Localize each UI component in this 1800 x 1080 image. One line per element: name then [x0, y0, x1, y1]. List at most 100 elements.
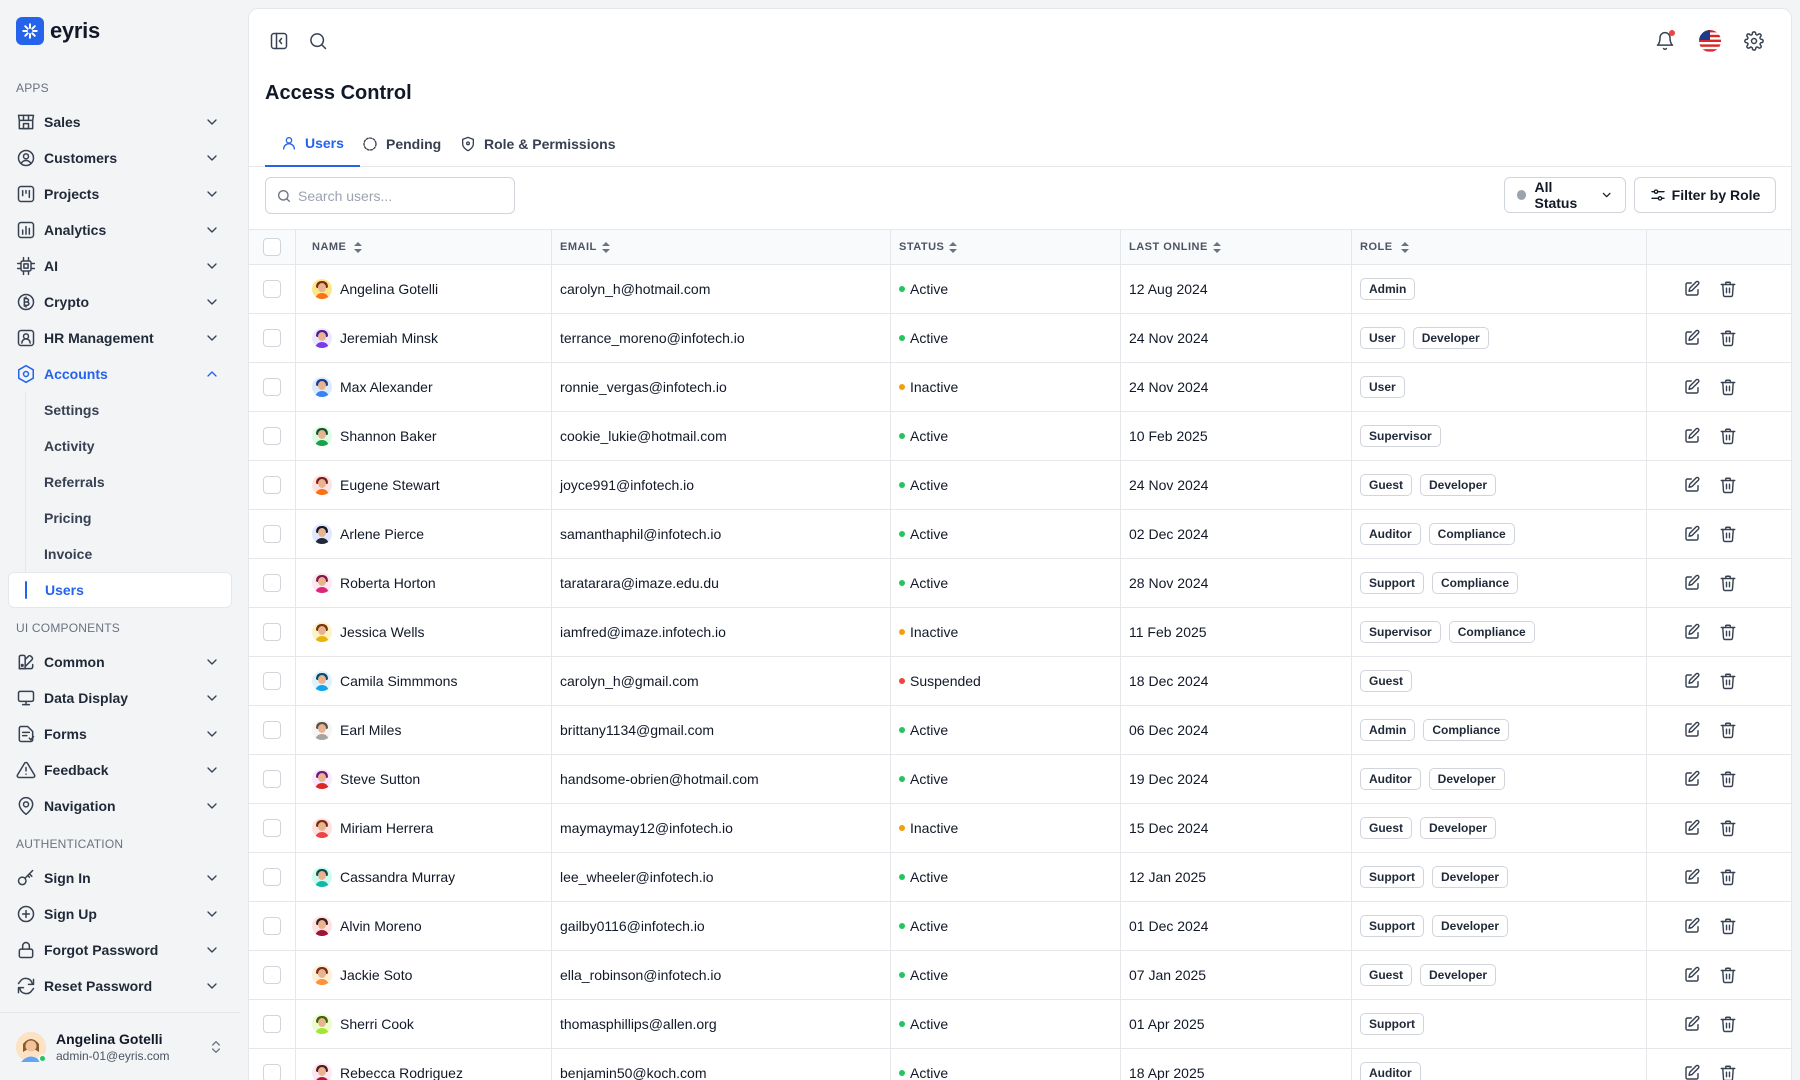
- trash-icon[interactable]: [1719, 476, 1737, 494]
- tab-role-permissions[interactable]: Role & Permissions: [444, 121, 632, 167]
- edit-icon[interactable]: [1683, 476, 1701, 494]
- trash-icon[interactable]: [1719, 721, 1737, 739]
- table-row[interactable]: Cassandra Murray lee_wheeler@infotech.io A…: [249, 853, 1791, 902]
- trash-icon[interactable]: [1719, 1015, 1737, 1033]
- search-input[interactable]: [298, 187, 498, 204]
- table-row[interactable]: Miriam Herrera maymaymay12@infotech.io Ina…: [249, 804, 1791, 853]
- column-header-email[interactable]: EMAIL: [551, 230, 890, 264]
- tab-pending[interactable]: Pending: [346, 121, 457, 167]
- sidebar-item-navigation[interactable]: Navigation: [0, 788, 240, 824]
- table-row[interactable]: Earl Miles brittany1134@gmail.com Active 06…: [249, 706, 1791, 755]
- trash-icon[interactable]: [1719, 917, 1737, 935]
- subnav-item-referrals[interactable]: Referrals: [25, 464, 240, 500]
- chevron-up-icon[interactable]: [204, 366, 220, 382]
- row-checkbox[interactable]: [263, 721, 281, 739]
- sidebar-item-sales[interactable]: Sales: [0, 104, 240, 140]
- row-checkbox[interactable]: [263, 819, 281, 837]
- chevron-down-icon[interactable]: [204, 762, 220, 778]
- row-checkbox[interactable]: [263, 1064, 281, 1080]
- brand[interactable]: eyris: [16, 16, 100, 46]
- table-row[interactable]: Camila Simmmons carolyn_h@gmail.com Suspen…: [249, 657, 1791, 706]
- table-row[interactable]: Jeremiah Minsk terrance_moreno@infotech.i…: [249, 314, 1791, 363]
- trash-icon[interactable]: [1719, 427, 1737, 445]
- sidebar-item-ai[interactable]: AI: [0, 248, 240, 284]
- table-row[interactable]: Angelina Gotelli carolyn_h@hotmail.com Act…: [249, 265, 1791, 314]
- edit-icon[interactable]: [1683, 966, 1701, 984]
- edit-icon[interactable]: [1683, 378, 1701, 396]
- column-header-last-online[interactable]: LAST ONLINE: [1120, 230, 1351, 264]
- chevron-down-icon[interactable]: [204, 942, 220, 958]
- chevron-down-icon[interactable]: [204, 258, 220, 274]
- sidebar-item-feedback[interactable]: Feedback: [0, 752, 240, 788]
- user-profile-card[interactable]: Angelina Gotelli admin-01@eyris.com: [0, 1012, 240, 1080]
- subnav-item-activity[interactable]: Activity: [25, 428, 240, 464]
- edit-icon[interactable]: [1683, 1064, 1701, 1080]
- subnav-item-users[interactable]: Users: [8, 572, 232, 608]
- trash-icon[interactable]: [1719, 574, 1737, 592]
- row-checkbox[interactable]: [263, 525, 281, 543]
- chevron-down-icon[interactable]: [204, 870, 220, 886]
- us-flag-icon[interactable]: [1698, 29, 1722, 53]
- edit-icon[interactable]: [1683, 672, 1701, 690]
- row-checkbox[interactable]: [263, 1015, 281, 1033]
- chevron-down-icon[interactable]: [204, 222, 220, 238]
- subnav-item-settings[interactable]: Settings: [25, 392, 240, 428]
- sidebar-item-crypto[interactable]: Crypto: [0, 284, 240, 320]
- sidebar-item-sign-in[interactable]: Sign In: [0, 860, 240, 896]
- sidebar-item-analytics[interactable]: Analytics: [0, 212, 240, 248]
- row-checkbox[interactable]: [263, 378, 281, 396]
- search-field[interactable]: [265, 177, 515, 214]
- table-row[interactable]: Eugene Stewart joyce991@infotech.io Active…: [249, 461, 1791, 510]
- row-checkbox[interactable]: [263, 917, 281, 935]
- filter-by-role-button[interactable]: Filter by Role: [1634, 177, 1776, 213]
- table-row[interactable]: Rebecca Rodriguez benjamin50@koch.com Acti…: [249, 1049, 1791, 1080]
- sidebar-item-projects[interactable]: Projects: [0, 176, 240, 212]
- trash-icon[interactable]: [1719, 525, 1737, 543]
- select-all-checkbox[interactable]: [263, 238, 281, 256]
- chevron-down-icon[interactable]: [204, 330, 220, 346]
- trash-icon[interactable]: [1719, 966, 1737, 984]
- trash-icon[interactable]: [1719, 623, 1737, 641]
- edit-icon[interactable]: [1683, 1015, 1701, 1033]
- chevron-down-icon[interactable]: [204, 726, 220, 742]
- row-checkbox[interactable]: [263, 966, 281, 984]
- sidebar-item-common[interactable]: Common: [0, 644, 240, 680]
- table-row[interactable]: Roberta Horton taratarara@imaze.edu.du Act…: [249, 559, 1791, 608]
- trash-icon[interactable]: [1719, 819, 1737, 837]
- chevron-down-icon[interactable]: [204, 150, 220, 166]
- sidebar-item-reset-password[interactable]: Reset Password: [0, 968, 240, 1004]
- edit-icon[interactable]: [1683, 770, 1701, 788]
- table-row[interactable]: Sherri Cook thomasphillips@allen.org Activ…: [249, 1000, 1791, 1049]
- sidebar-item-forms[interactable]: Forms: [0, 716, 240, 752]
- table-row[interactable]: Jessica Wells iamfred@imaze.infotech.io In…: [249, 608, 1791, 657]
- edit-icon[interactable]: [1683, 917, 1701, 935]
- edit-icon[interactable]: [1683, 427, 1701, 445]
- table-row[interactable]: Steve Sutton handsome-obrien@hotmail.com A…: [249, 755, 1791, 804]
- edit-icon[interactable]: [1683, 721, 1701, 739]
- trash-icon[interactable]: [1719, 329, 1737, 347]
- chevron-down-icon[interactable]: [204, 798, 220, 814]
- subnav-item-pricing[interactable]: Pricing: [25, 500, 240, 536]
- row-checkbox[interactable]: [263, 672, 281, 690]
- trash-icon[interactable]: [1719, 1064, 1737, 1080]
- edit-icon[interactable]: [1683, 280, 1701, 298]
- chevron-down-icon[interactable]: [204, 690, 220, 706]
- sidebar-item-hr-management[interactable]: HR Management: [0, 320, 240, 356]
- search-icon[interactable]: [307, 30, 329, 52]
- chevron-down-icon[interactable]: [204, 114, 220, 130]
- edit-icon[interactable]: [1683, 623, 1701, 641]
- chevrons-up-down-icon[interactable]: [208, 1039, 224, 1055]
- trash-icon[interactable]: [1719, 770, 1737, 788]
- trash-icon[interactable]: [1719, 280, 1737, 298]
- chevron-down-icon[interactable]: [204, 294, 220, 310]
- sidebar-toggle-icon[interactable]: [268, 30, 290, 52]
- row-checkbox[interactable]: [263, 868, 281, 886]
- bell-icon[interactable]: [1654, 30, 1676, 52]
- edit-icon[interactable]: [1683, 525, 1701, 543]
- column-header-role[interactable]: ROLE: [1351, 230, 1646, 264]
- table-row[interactable]: Shannon Baker cookie_lukie@hotmail.com Act…: [249, 412, 1791, 461]
- row-checkbox[interactable]: [263, 427, 281, 445]
- chevron-down-icon[interactable]: [204, 978, 220, 994]
- chevron-down-icon[interactable]: [204, 654, 220, 670]
- edit-icon[interactable]: [1683, 574, 1701, 592]
